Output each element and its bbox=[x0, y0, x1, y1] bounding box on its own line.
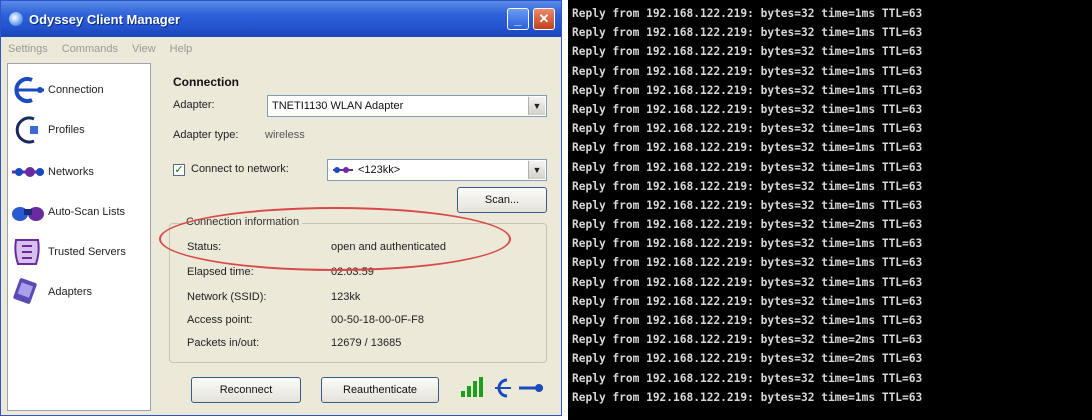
sidebar-item-networks[interactable]: Networks bbox=[10, 152, 148, 192]
sidebar-item-trusted-servers[interactable]: Trusted Servers bbox=[10, 232, 148, 272]
page-title: Connection bbox=[173, 75, 239, 89]
menu-settings[interactable]: Settings bbox=[1, 43, 55, 55]
sidebar-item-label: Profiles bbox=[48, 124, 85, 136]
reauthenticate-button[interactable]: Reauthenticate bbox=[321, 377, 439, 403]
console-line: Reply from 192.168.122.219: bytes=32 tim… bbox=[572, 141, 923, 155]
title-bar[interactable]: Odyssey Client Manager _ ✕ bbox=[1, 1, 561, 37]
close-button[interactable]: ✕ bbox=[533, 8, 555, 30]
sidebar-item-auto-scan-lists[interactable]: Auto-Scan Lists bbox=[10, 192, 148, 232]
connection-icon bbox=[14, 77, 44, 103]
console-line: Reply from 192.168.122.219: bytes=32 tim… bbox=[572, 45, 923, 59]
sidebar-item-label: Networks bbox=[48, 166, 94, 178]
packets-value: 12679 / 13685 bbox=[331, 337, 402, 349]
connection-status-icon bbox=[495, 378, 511, 398]
menu-commands[interactable]: Commands bbox=[55, 43, 125, 55]
sidebar-item-label: Adapters bbox=[48, 286, 93, 298]
console-line: Reply from 192.168.122.219: bytes=32 tim… bbox=[572, 122, 923, 136]
sidebar-item-label: Connection bbox=[48, 84, 104, 96]
profiles-icon bbox=[15, 116, 38, 144]
console-line: Reply from 192.168.122.219: bytes=32 tim… bbox=[572, 64, 923, 78]
ssid-label: Network (SSID): bbox=[187, 291, 267, 303]
network-select-value: <123kk> bbox=[358, 164, 401, 176]
packets-label: Packets in/out: bbox=[187, 337, 260, 349]
network-icon bbox=[333, 167, 353, 173]
console-line: Reply from 192.168.122.219: bytes=32 tim… bbox=[572, 218, 923, 232]
odyssey-window: Odyssey Client Manager _ ✕ Settings Comm… bbox=[0, 0, 562, 416]
app-icon bbox=[9, 12, 23, 26]
access-point-value: 00-50-18-00-0F-F8 bbox=[331, 314, 424, 326]
adapters-icon bbox=[13, 278, 37, 304]
status-icons bbox=[461, 377, 543, 398]
console-line: Reply from 192.168.122.219: bytes=32 tim… bbox=[572, 256, 923, 270]
networks-icon bbox=[12, 167, 44, 177]
auto-scan-icon bbox=[12, 207, 44, 221]
ssid-value: 123kk bbox=[331, 291, 361, 303]
adapter-select-value: TNETI1130 WLAN Adapter bbox=[272, 100, 404, 112]
adapter-type-label: Adapter type: bbox=[173, 129, 239, 141]
sidebar-item-connection[interactable]: Connection bbox=[10, 70, 148, 110]
menu-help[interactable]: Help bbox=[163, 43, 200, 55]
console-line: Reply from 192.168.122.219: bytes=32 tim… bbox=[572, 198, 923, 212]
menu-bar: Settings Commands View Help bbox=[1, 39, 561, 59]
console-line: Reply from 192.168.122.219: bytes=32 tim… bbox=[572, 26, 923, 40]
adapter-label: Adapter: bbox=[173, 99, 215, 111]
console-line: Reply from 192.168.122.219: bytes=32 tim… bbox=[572, 371, 923, 385]
minimize-button[interactable]: _ bbox=[507, 8, 529, 30]
console-line: Reply from 192.168.122.219: bytes=32 tim… bbox=[572, 237, 923, 251]
chevron-down-icon[interactable]: ▼ bbox=[528, 97, 545, 115]
link-icon bbox=[519, 384, 543, 392]
sidebar-item-adapters[interactable]: Adapters bbox=[10, 272, 148, 312]
annotation-ellipse bbox=[159, 207, 511, 271]
console-window[interactable]: Reply from 192.168.122.219: bytes=32 tim… bbox=[568, 0, 1092, 420]
connect-label: Connect to network: bbox=[191, 163, 289, 175]
scan-button[interactable]: Scan... bbox=[457, 187, 547, 213]
console-line: Reply from 192.168.122.219: bytes=32 tim… bbox=[572, 160, 923, 174]
elapsed-time-label: Elapsed time: bbox=[187, 266, 254, 278]
console-line: Reply from 192.168.122.219: bytes=32 tim… bbox=[572, 314, 923, 327]
sidebar-item-label: Trusted Servers bbox=[48, 246, 126, 258]
sidebar-item-profiles[interactable]: Profiles bbox=[10, 110, 148, 150]
signal-strength-icon bbox=[461, 377, 483, 397]
chevron-down-icon[interactable]: ▼ bbox=[528, 161, 545, 179]
console-line: Reply from 192.168.122.219: bytes=32 tim… bbox=[572, 275, 923, 289]
connect-checkbox[interactable]: ✓ bbox=[173, 164, 185, 176]
network-select[interactable]: <123kk> ▼ bbox=[327, 159, 547, 181]
console-line: Reply from 192.168.122.219: bytes=32 tim… bbox=[572, 333, 923, 347]
console-line: Reply from 192.168.122.219: bytes=32 tim… bbox=[572, 352, 923, 366]
console-line: Reply from 192.168.122.219: bytes=32 tim… bbox=[572, 294, 923, 308]
console-line: Reply from 192.168.122.219: bytes=32 tim… bbox=[572, 179, 923, 193]
trusted-servers-icon bbox=[14, 239, 40, 265]
sidebar-item-label: Auto-Scan Lists bbox=[48, 206, 126, 218]
console-line: Reply from 192.168.122.219: bytes=32 tim… bbox=[572, 102, 923, 116]
console-line: Reply from 192.168.122.219: bytes=32 tim… bbox=[572, 390, 923, 404]
menu-view[interactable]: View bbox=[125, 43, 163, 55]
adapter-type-value: wireless bbox=[265, 129, 305, 141]
access-point-label: Access point: bbox=[187, 314, 253, 326]
adapter-select[interactable]: TNETI1130 WLAN Adapter ▼ bbox=[267, 95, 547, 117]
reconnect-button[interactable]: Reconnect bbox=[191, 377, 301, 403]
console-line: Reply from 192.168.122.219: bytes=32 tim… bbox=[572, 83, 923, 97]
window-title: Odyssey Client Manager bbox=[29, 11, 180, 27]
console-line: Reply from 192.168.122.219: bytes=32 tim… bbox=[572, 7, 923, 20]
sidebar: Connection Profiles Networks Auto-Scan L… bbox=[7, 63, 151, 411]
